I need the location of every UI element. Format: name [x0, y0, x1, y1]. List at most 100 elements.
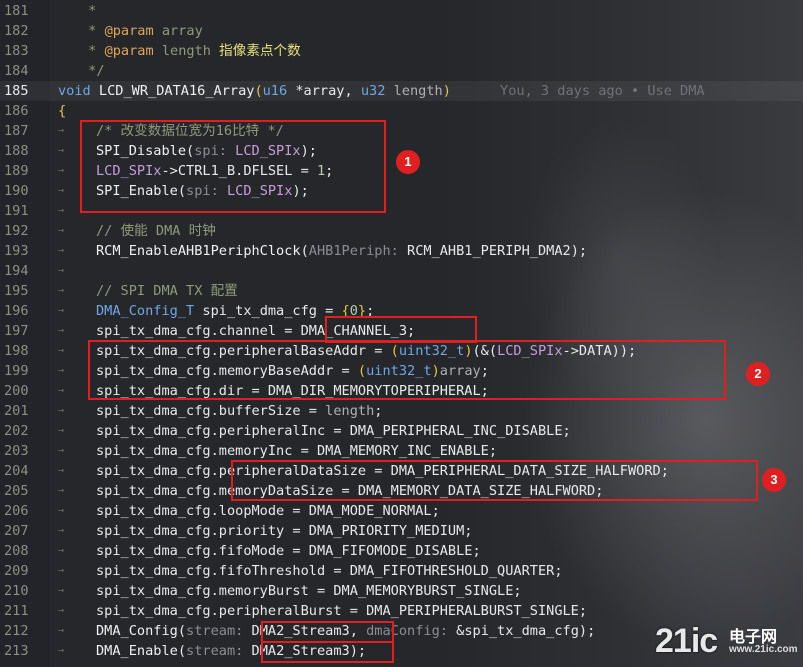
code-token: ( — [177, 643, 187, 659]
line-number: 204 — [4, 463, 29, 479]
code-text[interactable]: → — [58, 261, 74, 281]
line-number: 191 — [4, 203, 29, 219]
code-token: spi_tx_dma_cfg.bufferSize = — [96, 403, 326, 419]
code-token: @param — [104, 23, 154, 39]
code-token: RCM_EnableAHB1PeriphClock — [96, 243, 301, 259]
code-text[interactable]: { — [58, 101, 66, 121]
code-token: DMA_DIR_MEMORYTOPERIPHERAL — [267, 383, 481, 399]
code-token: DMA_FIFOMODE_DISABLE — [308, 543, 473, 559]
code-token: ( — [186, 143, 195, 159]
code-token: u32 — [360, 83, 386, 99]
code-token: → — [58, 405, 65, 416]
code-token: stream: — [186, 623, 252, 639]
code-token: DMA_PERIPHERAL_DATA_SIZE_HALFWORD — [390, 463, 661, 479]
code-text[interactable]: → spi_tx_dma_cfg.bufferSize = length; — [58, 401, 382, 421]
code-text[interactable]: → spi_tx_dma_cfg.fifoMode = DMA_FIFOMODE_… — [58, 541, 481, 561]
code-text[interactable]: → spi_tx_dma_cfg.fifoThreshold = DMA_FIFO… — [58, 561, 563, 581]
code-token: spi_tx_dma_cfg.fifoMode = — [96, 543, 309, 559]
code-token: LCD_SPIx — [226, 183, 293, 199]
code-text[interactable]: */ — [58, 61, 104, 81]
code-token: spi_tx_dma_cfg.peripheralInc = — [96, 423, 350, 439]
code-text[interactable]: → SPI_Disable(spi: LCD_SPIx); — [58, 141, 317, 161]
code-token: → — [58, 485, 65, 496]
code-text[interactable]: → spi_tx_dma_cfg.channel = DMA_CHANNEL_3; — [58, 321, 415, 341]
code-token: ; — [374, 403, 383, 419]
code-text[interactable]: → spi_tx_dma_cfg.memoryInc = DMA_MEMORY_I… — [58, 441, 497, 461]
code-token: ; — [464, 523, 473, 539]
code-token: void — [58, 83, 91, 99]
code-token: LCD_SPIx — [235, 143, 301, 159]
code-token: ; — [513, 583, 522, 599]
code-text[interactable]: → DMA_Config(stream: DMA2_Stream3, dmaCon… — [58, 621, 595, 641]
code-text[interactable]: → spi_tx_dma_cfg.peripheralBurst = DMA_PE… — [58, 601, 587, 621]
code-text[interactable]: → // SPI DMA TX 配置 — [58, 281, 238, 301]
line-number: 188 — [4, 143, 29, 159]
line-number: 186 — [4, 103, 29, 119]
code-text[interactable]: → spi_tx_dma_cfg.peripheralInc = DMA_PERI… — [58, 421, 571, 441]
code-token: → — [58, 185, 65, 196]
code-token: ; — [431, 503, 440, 519]
code-token: → — [58, 605, 65, 616]
code-token: → — [58, 125, 65, 136]
code-token: dmaConfig: — [366, 623, 457, 639]
code-token: → — [58, 365, 65, 376]
code-token: → — [58, 345, 65, 356]
code-token: DMA_CHANNEL_3 — [300, 323, 408, 339]
line-number: 187 — [4, 123, 29, 139]
code-text[interactable]: → spi_tx_dma_cfg.peripheralBaseAddr = (ui… — [58, 341, 636, 361]
line-number: 182 — [4, 23, 29, 39]
code-text[interactable]: → spi_tx_dma_cfg.dir = DMA_DIR_MEMORYTOPE… — [58, 381, 489, 401]
code-token: spi_tx_dma_cfg.peripheralBaseAddr = — [96, 343, 391, 359]
code-text[interactable]: → spi_tx_dma_cfg.memoryBaseAddr = (uint32… — [58, 361, 489, 381]
line-number: 200 — [4, 383, 29, 399]
code-text[interactable]: → spi_tx_dma_cfg.peripheralDataSize = DMA… — [58, 461, 669, 481]
code-text[interactable]: * @param array — [58, 21, 203, 41]
line-number: 209 — [4, 563, 29, 579]
code-token: spi_tx_dma_cfg.priority = — [96, 523, 309, 539]
code-token: 指像素点个数 — [219, 43, 301, 59]
code-token: ( — [177, 623, 187, 639]
code-token: → — [58, 565, 65, 576]
code-text[interactable]: → /* 改变数据位宽为16比特 */ — [58, 121, 284, 141]
line-number: 194 — [4, 263, 29, 279]
code-text[interactable]: → LCD_SPIx->CTRL1_B.DFLSEL = 1; — [58, 161, 333, 181]
watermark-logo: 21ic 电子网 www.21ic.com — [655, 622, 798, 662]
code-token: spi_tx_dma_cfg.memoryBurst = — [96, 583, 334, 599]
code-text[interactable]: → DMA_Enable(stream: DMA2_Stream3); — [58, 641, 366, 661]
code-text[interactable]: * @param length 指像素点个数 — [58, 41, 301, 61]
code-token: DMA_MEMORY_INC_ENABLE — [316, 443, 489, 459]
code-token: ; — [578, 603, 588, 619]
code-line[interactable]: 185 void LCD_WR_DATA16_Array(u16 *array, … — [0, 81, 803, 101]
code-token: * — [80, 3, 97, 19]
line-number: 201 — [4, 403, 29, 419]
code-token: (&( — [472, 343, 498, 359]
code-text[interactable]: → spi_tx_dma_cfg.memoryBurst = DMA_MEMORY… — [58, 581, 522, 601]
code-text[interactable]: → SPI_Enable(spi: LCD_SPIx); — [58, 181, 309, 201]
code-text[interactable]: → spi_tx_dma_cfg.memoryDataSize = DMA_MEM… — [58, 481, 603, 501]
code-token: → — [58, 225, 65, 236]
code-token: spi_tx_dma_cfg = — [194, 303, 342, 319]
annotation-badge-3: 3 — [762, 468, 786, 492]
code-token: → — [58, 625, 65, 636]
code-text[interactable]: * — [58, 1, 96, 21]
code-text[interactable]: → spi_tx_dma_cfg.loopMode = DMA_MODE_NORM… — [58, 501, 440, 521]
code-token: SPI_Enable — [96, 183, 178, 199]
code-text[interactable]: → DMA_Config_T spi_tx_dma_cfg = {0}; — [58, 301, 374, 321]
code-token: DMA_Config_T — [96, 303, 195, 319]
code-token: ; — [488, 443, 498, 459]
code-token: DMA_Enable — [96, 643, 178, 659]
code-token: ; — [472, 543, 481, 559]
code-text[interactable]: → — [58, 201, 74, 221]
code-editor[interactable]: 181 * 182 * @param array 183 * @param leng… — [0, 0, 803, 667]
line-number: 205 — [4, 483, 29, 499]
code-token: length — [153, 43, 220, 59]
code-text[interactable]: → RCM_EnableAHB1PeriphClock(AHB1Periph: R… — [58, 241, 587, 261]
code-token: length — [325, 403, 375, 419]
code-token: spi_tx_dma_cfg.dir = — [96, 383, 268, 399]
code-text[interactable]: void LCD_WR_DATA16_Array(u16 *array, u32… — [58, 81, 705, 101]
code-text[interactable]: → spi_tx_dma_cfg.priority = DMA_PRIORITY_… — [58, 521, 472, 541]
code-text[interactable]: → // 使能 DMA 时钟 — [58, 221, 216, 241]
code-token: SPI_Disable — [96, 143, 187, 159]
code-token: @param — [104, 43, 154, 59]
code-token: spi_tx_dma_cfg.peripheralDataSize = — [96, 463, 391, 479]
